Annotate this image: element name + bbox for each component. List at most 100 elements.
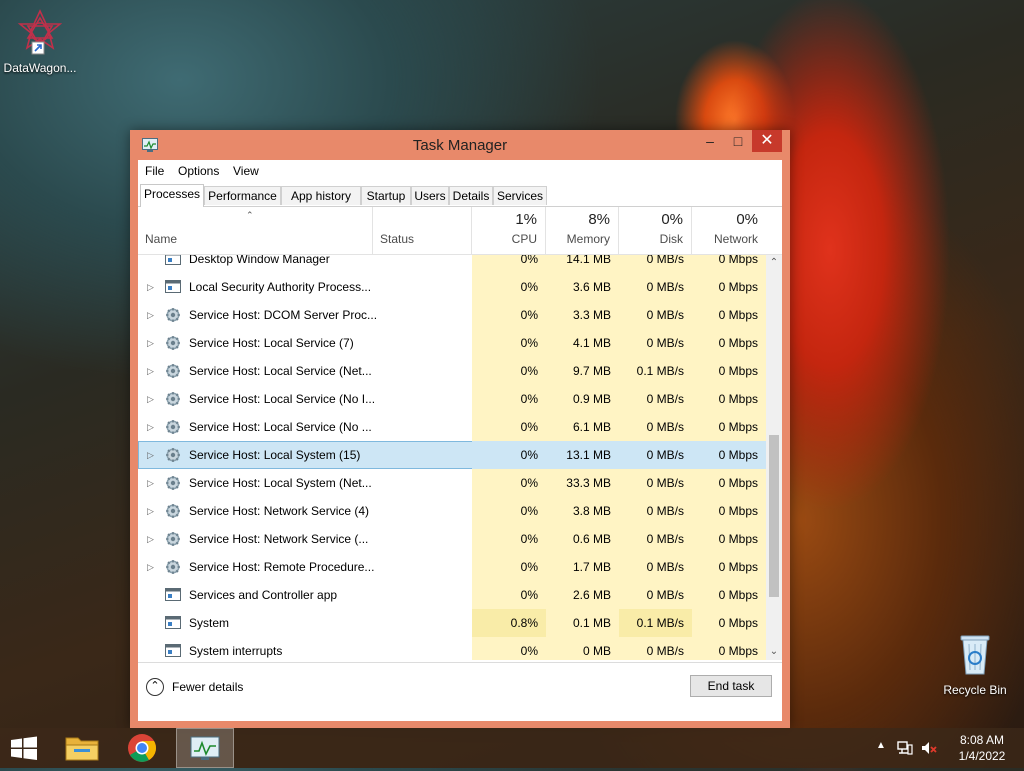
- tab-details[interactable]: Details: [449, 186, 493, 205]
- process-row[interactable]: ▷ Service Host: Local Service (Net... 0% 9.…: [138, 357, 766, 385]
- desktop-icon-label: DataWagon...: [3, 61, 77, 75]
- process-memory-value: 33.3 MB: [546, 469, 619, 497]
- process-window-icon: [165, 587, 181, 603]
- process-memory-value: 3.8 MB: [546, 497, 619, 525]
- vertical-scrollbar[interactable]: ⌃ ⌄: [766, 255, 782, 660]
- process-row[interactable]: ▷ Service Host: Network Service (... 0% 0.6…: [138, 525, 766, 553]
- scroll-up-button[interactable]: ⌃: [766, 255, 782, 271]
- memory-total-percent: 8%: [588, 211, 610, 228]
- fewer-details-label: Fewer details: [172, 680, 244, 694]
- expand-arrow-icon[interactable]: ▷: [147, 385, 154, 413]
- process-row[interactable]: ▷ Local Security Authority Process... 0% 3.…: [138, 273, 766, 301]
- process-list: Desktop Window Manager 0% 14.1 MB 0 MB/s 0 M…: [138, 255, 766, 660]
- process-cpu-value: 0%: [472, 273, 546, 301]
- title-bar[interactable]: Task Manager ‒ □ ✕: [130, 130, 790, 160]
- process-memory-value: 0 MB: [546, 637, 619, 660]
- taskbar-file-explorer[interactable]: [56, 728, 108, 768]
- process-network-value: 0 Mbps: [692, 255, 766, 273]
- expand-arrow-icon[interactable]: ▷: [147, 301, 154, 329]
- network-icon[interactable]: [896, 739, 914, 757]
- tab-app-history[interactable]: App history: [281, 186, 361, 205]
- windows-logo-icon: [11, 736, 37, 760]
- expand-arrow-icon[interactable]: ▷: [147, 413, 154, 441]
- process-row[interactable]: ▷ Service Host: Remote Procedure... 0% 1.7 …: [138, 553, 766, 581]
- process-row[interactable]: Services and Controller app 0% 2.6 MB 0 MB/…: [138, 581, 766, 609]
- process-row[interactable]: ▷ Service Host: DCOM Server Proc... 0% 3.3 …: [138, 301, 766, 329]
- process-row[interactable]: System 0.8% 0.1 MB 0.1 MB/s 0 Mbps: [138, 609, 766, 637]
- taskbar-task-manager[interactable]: [176, 728, 234, 768]
- expand-arrow-icon[interactable]: ▷: [147, 553, 154, 581]
- process-row[interactable]: ▷ Service Host: Local Service (No ... 0% 6.…: [138, 413, 766, 441]
- scroll-thumb[interactable]: [769, 435, 779, 597]
- process-name: Service Host: Remote Procedure...: [189, 560, 375, 574]
- process-network-value: 0 Mbps: [692, 469, 766, 497]
- tab-processes[interactable]: Processes: [140, 184, 204, 207]
- expand-arrow-icon[interactable]: ▷: [147, 497, 154, 525]
- menu-file[interactable]: File: [145, 164, 164, 178]
- process-row[interactable]: System interrupts 0% 0 MB 0 MB/s 0 Mbps: [138, 637, 766, 660]
- process-cpu-value: 0%: [472, 581, 546, 609]
- expand-arrow-icon[interactable]: ▷: [147, 525, 154, 553]
- system-tray: ▲: [872, 728, 942, 768]
- process-row[interactable]: ▷ Service Host: Local Service (7) 0% 4.1 MB…: [138, 329, 766, 357]
- process-memory-value: 3.6 MB: [546, 273, 619, 301]
- expand-arrow-icon[interactable]: ▷: [147, 441, 154, 469]
- tab-performance[interactable]: Performance: [204, 186, 281, 205]
- process-name: Services and Controller app: [189, 588, 338, 602]
- process-disk-value: 0 MB/s: [619, 441, 692, 469]
- expand-arrow-icon[interactable]: ▷: [147, 273, 154, 301]
- start-button[interactable]: [0, 728, 48, 768]
- tab-startup[interactable]: Startup: [361, 186, 411, 205]
- process-network-value: 0 Mbps: [692, 609, 766, 637]
- process-row[interactable]: ▷ Service Host: Local System (15) 0% 13.1 M…: [138, 441, 766, 469]
- tab-users[interactable]: Users: [411, 186, 449, 205]
- desktop-icon-recycle-bin[interactable]: Recycle Bin: [935, 630, 1015, 697]
- recycle-bin-icon: [960, 635, 990, 675]
- process-network-value: 0 Mbps: [692, 301, 766, 329]
- minimize-button[interactable]: ‒: [696, 130, 724, 152]
- menu-view[interactable]: View: [233, 164, 259, 178]
- process-memory-value: 6.1 MB: [546, 413, 619, 441]
- close-button[interactable]: ✕: [752, 130, 782, 152]
- column-header-name[interactable]: ⌃ Name: [138, 207, 373, 254]
- process-disk-value: 0 MB/s: [619, 385, 692, 413]
- process-memory-value: 4.1 MB: [546, 329, 619, 357]
- column-header-memory[interactable]: 8% Memory: [546, 207, 619, 254]
- process-memory-value: 0.9 MB: [546, 385, 619, 413]
- service-gear-icon: [165, 307, 181, 323]
- column-header-cpu[interactable]: 1% CPU: [472, 207, 546, 254]
- expand-arrow-icon[interactable]: ▷: [147, 469, 154, 497]
- volume-muted-icon[interactable]: [920, 739, 938, 757]
- process-row[interactable]: ▷ Service Host: Local System (Net... 0% 33.…: [138, 469, 766, 497]
- chrome-icon: [128, 734, 156, 762]
- desktop-icon-datawagon[interactable]: DataWagon...: [0, 8, 80, 75]
- process-window-icon: [165, 255, 181, 267]
- maximize-button[interactable]: □: [724, 130, 752, 152]
- process-cpu-value: 0%: [472, 413, 546, 441]
- process-cpu-value: 0%: [472, 497, 546, 525]
- process-disk-value: 0 MB/s: [619, 497, 692, 525]
- process-memory-value: 2.6 MB: [546, 581, 619, 609]
- process-row[interactable]: ▷ Service Host: Network Service (4) 0% 3.8 …: [138, 497, 766, 525]
- taskbar-chrome[interactable]: [116, 728, 168, 768]
- menu-options[interactable]: Options: [178, 164, 219, 178]
- process-cpu-value: 0%: [472, 553, 546, 581]
- clock[interactable]: 8:08 AM 1/4/2022: [952, 732, 1012, 764]
- process-row[interactable]: ▷ Service Host: Local Service (No I... 0% 0…: [138, 385, 766, 413]
- show-hidden-icons-chevron-icon[interactable]: ▲: [876, 740, 886, 751]
- column-header-status[interactable]: Status: [373, 207, 472, 254]
- process-memory-value: 0.1 MB: [546, 609, 619, 637]
- process-network-value: 0 Mbps: [692, 329, 766, 357]
- column-header-disk[interactable]: 0% Disk: [619, 207, 692, 254]
- expand-arrow-icon[interactable]: ▷: [147, 357, 154, 385]
- process-row[interactable]: Desktop Window Manager 0% 14.1 MB 0 MB/s 0 M…: [138, 255, 766, 273]
- scroll-down-button[interactable]: ⌄: [766, 644, 782, 660]
- column-header-network[interactable]: 0% Network: [692, 207, 766, 254]
- process-cpu-value: 0%: [472, 525, 546, 553]
- datawagon-icon: [17, 9, 63, 55]
- process-cpu-value: 0%: [472, 637, 546, 660]
- window-title: Task Manager: [412, 137, 508, 154]
- expand-arrow-icon[interactable]: ▷: [147, 329, 154, 357]
- tab-services[interactable]: Services: [493, 186, 547, 205]
- end-task-button[interactable]: End task: [690, 675, 772, 697]
